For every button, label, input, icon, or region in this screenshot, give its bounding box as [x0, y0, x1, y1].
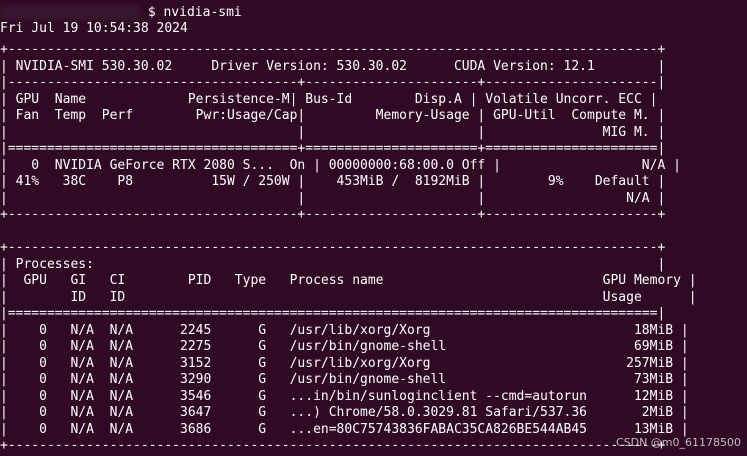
process-border-bottom: +---------------------------------------… — [0, 438, 666, 453]
prompt-user-host-redacted — [0, 5, 140, 20]
watermark: CSDN @m0_61178500 — [615, 436, 741, 449]
border-double: |=====================================+=… — [0, 141, 666, 156]
process-row: | 0 N/A N/A 2245 G /usr/lib/xorg/Xorg 18… — [0, 322, 689, 338]
timestamp-line: Fri Jul 19 10:54:38 2024 — [0, 21, 188, 37]
border-top: +---------------------------------------… — [0, 42, 666, 57]
gpu-row-line-2: | 41% 38C P8 15W / 250W | 453MiB / 8192M… — [0, 174, 666, 189]
gpu-column-header-3: | | | MIG M. | — [0, 124, 666, 140]
command-line: $ nvidia-smi — [0, 5, 242, 21]
processes-title: | Processes: | — [0, 256, 666, 272]
process-border-top: +---------------------------------------… — [0, 240, 666, 255]
process-column-header-2: | ID ID Usage | — [0, 289, 697, 305]
process-border-double: |=======================================… — [0, 306, 666, 321]
process-row: | 0 N/A N/A 3546 G ...in/bin/sunlogincli… — [0, 388, 689, 404]
header-version-line: | NVIDIA-SMI 530.30.02 Driver Version: 5… — [0, 58, 666, 74]
process-column-header-1: | GPU GI CI PID Type Process name GPU Me… — [0, 273, 697, 288]
border-bottom-gpu: +-------------------------------------+-… — [0, 207, 666, 222]
command-text: nvidia-smi — [163, 5, 242, 20]
process-row: | 0 N/A N/A 2275 G /usr/bin/gnome-shell … — [0, 339, 689, 354]
process-row: | 0 N/A N/A 3152 G /usr/lib/xorg/Xorg 25… — [0, 355, 689, 371]
gpu-row-line-1: | 0 NVIDIA GeForce RTX 2080 S... On | 00… — [0, 157, 681, 173]
gpu-row-line-3: | | | N/A | — [0, 190, 666, 206]
prompt-symbol: $ — [147, 5, 156, 20]
process-row: | 0 N/A N/A 3290 G /usr/bin/gnome-shell … — [0, 372, 689, 387]
timestamp: Fri Jul 19 10:54:38 2024 — [0, 21, 188, 36]
gpu-column-header-2: | Fan Temp Perf Pwr:Usage/Cap| Memory-Us… — [0, 108, 666, 123]
process-row: | 0 N/A N/A 3647 G ...) Chrome/58.0.3029… — [0, 405, 689, 420]
process-row: | 0 N/A N/A 3686 G ...en=80C75743836FABA… — [0, 421, 689, 437]
gpu-column-header-1: | GPU Name Persistence-M| Bus-Id Disp.A … — [0, 91, 658, 107]
terminal-window[interactable]: $ nvidia-smi Fri Jul 19 10:54:38 2024 +-… — [0, 0, 747, 456]
border-separator: |-------------------------------------+-… — [0, 75, 666, 90]
